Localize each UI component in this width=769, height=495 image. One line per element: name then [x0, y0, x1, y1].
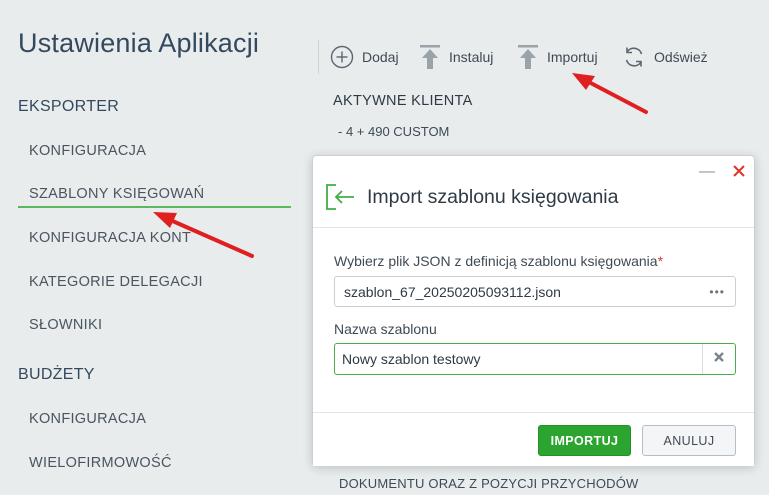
sidebar-item-budzety-konfiguracja[interactable]: KONFIGURACJA [29, 411, 146, 427]
sidebar-item-konfiguracja[interactable]: KONFIGURACJA [29, 143, 146, 159]
template-name-field[interactable] [334, 343, 736, 375]
refresh-button-label: Odśwież [654, 49, 708, 65]
sidebar-item-wielofirmowosc[interactable]: WIELOFIRMOWOŚĆ [29, 455, 172, 471]
refresh-button[interactable]: Odśwież [622, 42, 708, 72]
install-button-label: Instaluj [449, 49, 494, 65]
template-name-input[interactable] [335, 345, 701, 373]
refresh-icon [622, 45, 646, 69]
install-button[interactable]: Instaluj [419, 42, 493, 72]
import-button-toolbar[interactable]: Importuj [517, 42, 598, 72]
import-button[interactable]: IMPORTUJ [538, 425, 631, 456]
plus-circle-icon [330, 45, 354, 69]
list-item[interactable]: - 4 + 490 CUSTOM [338, 124, 449, 139]
sidebar-section-eksporter: EKSPORTER [18, 98, 120, 115]
active-clients-heading: AKTYWNE KLIENTA [333, 93, 473, 109]
dialog-title: Import szablonu księgowania [367, 186, 619, 208]
file-name-value: szablon_67_20250205093112.json [344, 283, 561, 300]
add-button-label: Dodaj [362, 49, 399, 65]
list-item: DOKUMENTU ORAZ Z POZYCJI PRZYCHODÓW [339, 476, 639, 491]
file-field-label: Wybierz plik JSON z definicją szablonu k… [334, 253, 663, 269]
clear-icon [713, 350, 725, 368]
file-field-label-text: Wybierz plik JSON z definicją szablonu k… [334, 253, 658, 269]
sidebar-item-kategorie-delegacji[interactable]: KATEGORIE DELEGACJI [29, 274, 203, 290]
close-button[interactable] [731, 163, 747, 179]
upload-icon [419, 44, 441, 70]
sidebar-section-budzety: BUDŻETY [18, 366, 95, 383]
upload-icon [517, 44, 539, 70]
import-enter-icon [324, 180, 358, 219]
clear-button[interactable] [702, 344, 735, 374]
sidebar-item-slowniki[interactable]: SŁOWNIKI [29, 317, 102, 333]
dialog-header: Import szablonu księgowania — [313, 156, 754, 228]
add-button[interactable]: Dodaj [330, 42, 399, 72]
json-file-picker[interactable]: szablon_67_20250205093112.json ••• [334, 276, 736, 307]
template-name-label: Nazwa szablonu [334, 321, 437, 337]
more-dots-icon[interactable]: ••• [709, 285, 725, 299]
close-icon [731, 165, 747, 183]
dialog-footer: IMPORTUJ ANULUJ [313, 412, 754, 466]
app-title: Ustawienia Aplikacji [18, 28, 260, 58]
import-button-label: Importuj [547, 49, 598, 65]
toolbar-divider [318, 40, 319, 74]
required-star: * [657, 253, 664, 269]
sidebar-item-szablony-ksiegowan[interactable]: SZABLONY KSIĘGOWAŃ [29, 186, 204, 202]
minimize-button[interactable]: — [699, 164, 715, 180]
sidebar-item-konfiguracja-kont[interactable]: KONFIGURACJA KONT [29, 230, 191, 246]
sidebar-active-underline [18, 206, 291, 208]
import-template-dialog: Import szablonu księgowania — Wybierz pl… [312, 155, 755, 466]
cancel-button[interactable]: ANULUJ [642, 425, 736, 456]
